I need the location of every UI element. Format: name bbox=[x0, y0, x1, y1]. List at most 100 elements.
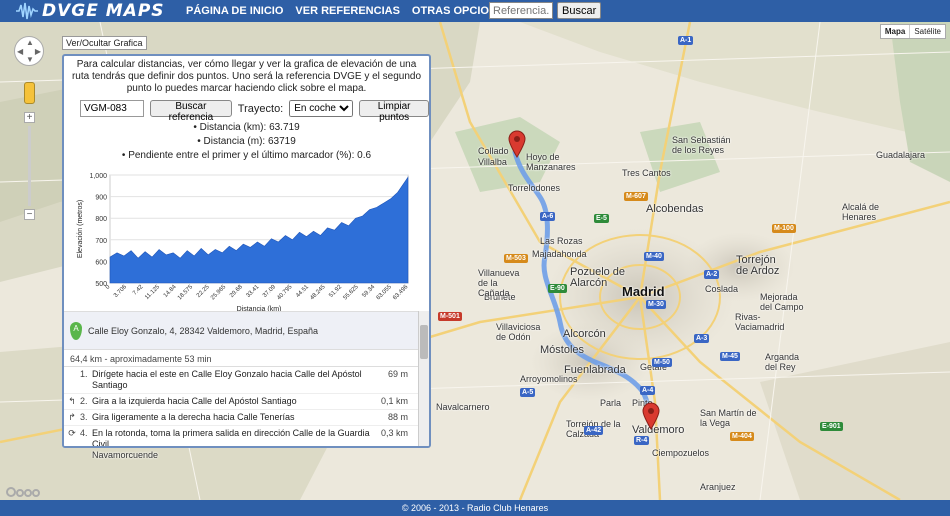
nav-references-link[interactable]: VER REFERENCIAS bbox=[295, 5, 400, 17]
roundabout-icon: ⟳ bbox=[68, 428, 76, 438]
main-nav: PÁGINA DE INICIO VER REFERENCIAS OTRAS O… bbox=[186, 0, 512, 22]
x-tick-label: 63.496 bbox=[392, 284, 410, 302]
map-label: Navamorcuende bbox=[92, 450, 159, 460]
direction-step[interactable]: ↱ 3. Gira ligeramente a la derecha hacia… bbox=[64, 410, 420, 426]
x-tick-label: 33.41 bbox=[246, 284, 261, 299]
y-tick-label: 600 bbox=[95, 259, 107, 266]
step-distance: 69 m bbox=[387, 369, 408, 379]
x-tick-label: 25.965 bbox=[210, 284, 228, 302]
road-shield: A-6 bbox=[540, 212, 556, 221]
direction-step[interactable]: ↰ 2. Gira a la izquierda hacia Calle del… bbox=[64, 394, 420, 410]
x-tick-label: 44.51 bbox=[295, 284, 310, 299]
slope-value: Pendiente entre el primer y el último ma… bbox=[128, 150, 372, 161]
x-tick-label: 11.125 bbox=[144, 284, 161, 301]
x-tick-label: 55.625 bbox=[343, 284, 361, 302]
road-shield: E-901 bbox=[820, 422, 843, 431]
marker-pin-icon[interactable] bbox=[642, 402, 660, 430]
route-mode-select[interactable]: En coche bbox=[289, 100, 354, 117]
map-label: Majadahonda bbox=[532, 249, 587, 259]
zoom-out-button[interactable]: − bbox=[24, 209, 35, 220]
step-text: Gira a la izquierda hacia Calle del Após… bbox=[92, 396, 297, 406]
y-tick-label: 800 bbox=[95, 216, 107, 223]
zoom-slider[interactable] bbox=[28, 126, 31, 206]
road-shield: A-4 bbox=[640, 386, 656, 395]
route-stats: • Distancia (km): 63.719 • Distancia (m)… bbox=[64, 121, 429, 163]
arrow-down-icon[interactable]: ▼ bbox=[26, 55, 34, 64]
arrow-up-icon[interactable]: ▲ bbox=[26, 38, 34, 47]
elevation-chart: 5006007008009001,0000 3.706 7.42 11.125 14.8… bbox=[77, 173, 410, 313]
map-type-map-button[interactable]: Mapa bbox=[881, 25, 911, 38]
step-text: En la rotonda, toma la primera salida en… bbox=[92, 428, 370, 448]
street-view-pegman-icon[interactable] bbox=[24, 82, 35, 104]
road-shield: M-607 bbox=[624, 192, 648, 201]
arrow-left-icon[interactable]: ◀ bbox=[17, 47, 23, 56]
road-shield: M-45 bbox=[720, 352, 740, 361]
step-number: 3. bbox=[80, 412, 88, 422]
start-address: Calle Eloy Gonzalo, 4, 28342 Valdemoro, … bbox=[88, 325, 318, 336]
map-label: Alcobendas bbox=[646, 203, 704, 215]
map-type-satellite-button[interactable]: Satélite bbox=[910, 25, 945, 38]
search-reference-button[interactable]: Buscar referencia bbox=[150, 100, 232, 123]
distance-panel: Para calcular distancias, ver cómo llega… bbox=[62, 54, 431, 448]
reference-search-input[interactable] bbox=[489, 2, 553, 19]
turn-left-icon: ↰ bbox=[68, 396, 76, 406]
reference-input[interactable] bbox=[80, 100, 144, 117]
step-distance: 0,3 km bbox=[380, 428, 408, 438]
y-axis-label: Elevación (metros) bbox=[77, 200, 84, 258]
clear-points-button[interactable]: Limpiar puntos bbox=[359, 100, 429, 123]
x-tick-label: 59.34 bbox=[361, 284, 376, 299]
map-label: San Martín de la Vega bbox=[700, 408, 757, 428]
map-type-control: Mapa Satélite bbox=[879, 24, 946, 39]
x-tick-label: 7.42 bbox=[132, 284, 145, 297]
step-number: 4. bbox=[80, 428, 88, 438]
x-tick-label: 48.245 bbox=[309, 284, 327, 302]
search-button[interactable]: Buscar bbox=[557, 2, 602, 19]
toggle-chart-button[interactable]: Ver/Ocultar Grafica bbox=[62, 36, 147, 50]
nav-home-link[interactable]: PÁGINA DE INICIO bbox=[186, 5, 283, 17]
map-label: Arroyomolinos bbox=[520, 374, 578, 384]
directions-scrollbar[interactable] bbox=[418, 311, 429, 446]
map-label: Villanueva de la Cañada bbox=[478, 268, 520, 298]
directions-start: A Calle Eloy Gonzalo, 4, 28342 Valdemoro… bbox=[64, 312, 420, 350]
road-shield: E-90 bbox=[548, 284, 567, 293]
road-shield: E-5 bbox=[594, 214, 609, 223]
map-label: San Sebastián de los Reyes bbox=[672, 135, 731, 155]
distance-m-text: • Distancia (m): 63719 bbox=[197, 136, 296, 147]
road-shield: A-1 bbox=[678, 36, 694, 45]
route-summary: 64,4 km - aproximadamente 53 min bbox=[64, 350, 420, 367]
x-tick-label: 3.706 bbox=[113, 284, 128, 299]
google-logo-icon bbox=[6, 487, 40, 497]
x-tick-label: 22.25 bbox=[196, 284, 211, 299]
x-tick-label: 63.055 bbox=[376, 284, 394, 302]
zoom-in-button[interactable]: + bbox=[24, 112, 35, 123]
x-tick-label: 51.92 bbox=[328, 284, 343, 299]
road-shield: M-503 bbox=[504, 254, 528, 263]
road-shield: M-501 bbox=[438, 312, 462, 321]
map-label: Aranjuez bbox=[700, 482, 736, 492]
marker-pin-icon[interactable] bbox=[508, 130, 526, 158]
top-navigation-bar: DVGE MAPS PÁGINA DE INICIO VER REFERENCI… bbox=[0, 0, 950, 22]
map-label: Collado Villalba bbox=[478, 146, 509, 167]
x-tick-label: 0 bbox=[105, 284, 112, 291]
zoom-control: + − bbox=[24, 112, 35, 220]
step-distance: 88 m bbox=[387, 412, 408, 422]
direction-step[interactable]: ⟳ 4. En la rotonda, toma la primera sali… bbox=[64, 426, 420, 448]
map-label: Torrelodones bbox=[508, 183, 561, 193]
pan-control[interactable]: ▲ ▼ ◀ ▶ bbox=[14, 36, 44, 66]
scrollbar-thumb[interactable] bbox=[420, 325, 428, 359]
map-label: Coslada bbox=[705, 284, 739, 294]
map-label: Villaviciosa de Odón bbox=[496, 322, 541, 342]
map-label: Ciempozuelos bbox=[652, 448, 710, 458]
route-label: Trayecto: bbox=[237, 102, 284, 115]
road-shield: A-3 bbox=[694, 334, 710, 343]
map-label: Pozuelo de Alarcón bbox=[570, 266, 626, 289]
direction-step[interactable]: 1. Dirígete hacia el este en Calle Eloy … bbox=[64, 367, 420, 394]
y-tick-label: 700 bbox=[95, 238, 107, 245]
map-label: Guadalajara bbox=[876, 150, 926, 160]
waveform-icon bbox=[16, 2, 38, 20]
x-tick-label: 18.575 bbox=[177, 284, 195, 302]
logo[interactable]: DVGE MAPS bbox=[16, 1, 165, 21]
start-marker-icon: A bbox=[70, 321, 82, 340]
map-canvas[interactable]: Madrid Alcobendas Pozuelo de Alarcón Alc… bbox=[0, 22, 950, 500]
arrow-right-icon[interactable]: ▶ bbox=[35, 47, 41, 56]
